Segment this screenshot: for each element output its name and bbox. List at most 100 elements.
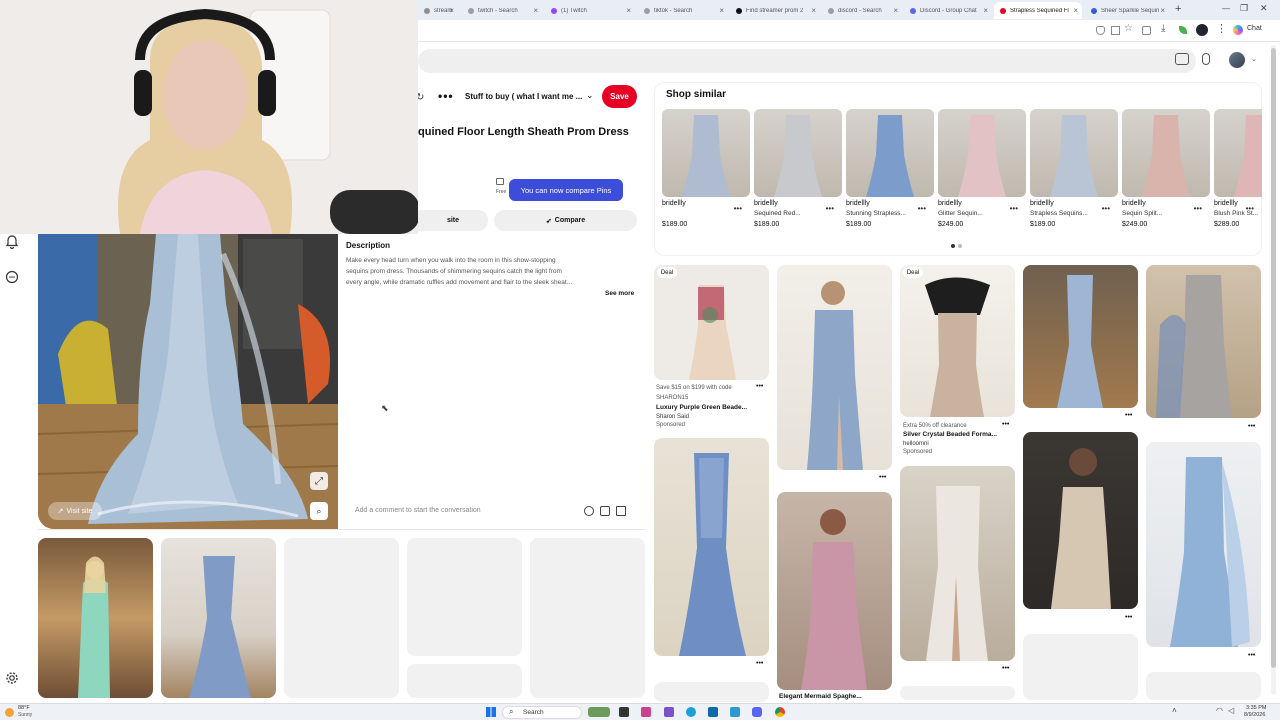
more-options-icon[interactable]: ••• xyxy=(826,204,834,213)
discord-icon[interactable] xyxy=(752,707,762,717)
compare-button[interactable]: ➶ Compare xyxy=(494,210,637,231)
shop-similar-card[interactable]: bridellly Glitter Sequin... $249.00 ••• xyxy=(938,109,1026,228)
visual-search-button[interactable]: ⌕ xyxy=(310,502,328,520)
microphone-icon[interactable] xyxy=(1202,53,1210,65)
scrollbar-thumb[interactable] xyxy=(1271,48,1276,668)
copilot-icon[interactable] xyxy=(1233,25,1243,35)
messages-icon[interactable] xyxy=(5,270,19,284)
app-icon[interactable] xyxy=(730,707,740,717)
app-icon[interactable] xyxy=(641,707,651,717)
related-pin-2[interactable] xyxy=(161,538,276,698)
volume-icon[interactable]: ◁ xyxy=(1228,706,1234,715)
search-input[interactable] xyxy=(418,49,1196,73)
chat-button[interactable]: Chat xyxy=(1247,25,1262,32)
settings-gear-icon[interactable] xyxy=(5,671,19,685)
more-options-icon[interactable]: ••• xyxy=(918,204,926,213)
feed-pin-crystal-halter[interactable] xyxy=(1146,265,1261,418)
feed-pin-blue-slit-gown[interactable] xyxy=(777,265,892,470)
feed-pin-blue-cape-gown[interactable] xyxy=(1146,442,1261,647)
leaf-icon[interactable] xyxy=(1179,26,1187,34)
visual-search-icon[interactable] xyxy=(1175,53,1189,65)
product-image[interactable] xyxy=(662,109,750,197)
carousel-dot[interactable] xyxy=(958,244,962,248)
tab-close-icon[interactable]: × xyxy=(983,6,988,15)
browser-tab[interactable]: discord - Search × xyxy=(822,2,902,19)
clock-time[interactable]: 3:35 PM xyxy=(1246,705,1266,711)
product-image[interactable] xyxy=(754,109,842,197)
edge-browser-icon[interactable] xyxy=(686,707,696,717)
feed-pin-luxury-purple[interactable] xyxy=(654,265,769,380)
pin-title[interactable]: Luxury Purple Green Beade... xyxy=(656,404,766,412)
more-options-icon[interactable]: ••• xyxy=(1246,204,1254,213)
browser-tab[interactable]: streaming G× xyxy=(418,2,458,19)
image-upload-icon[interactable] xyxy=(616,506,626,516)
browser-tab[interactable]: Sheer Sparkle Sequin × xyxy=(1085,2,1169,19)
new-tab-button[interactable]: + xyxy=(1175,3,1181,15)
shop-similar-card[interactable]: bridellly Stunning Strapless... $189.00 ••• xyxy=(846,109,934,228)
weather-sun-icon[interactable] xyxy=(5,708,14,717)
extension-bell-icon[interactable] xyxy=(1096,26,1105,35)
board-select[interactable]: Stuff to buy ( what I want me ... xyxy=(465,92,585,101)
more-options-icon[interactable]: ••• xyxy=(1102,204,1110,213)
app-icon[interactable] xyxy=(664,707,674,717)
shop-similar-card[interactable]: bridellly Sequin Split... $249.00 ••• xyxy=(1122,109,1210,228)
tab-close-icon[interactable]: × xyxy=(811,6,816,15)
more-options-icon[interactable]: ••• xyxy=(756,383,763,390)
tab-close-icon[interactable]: × xyxy=(1160,6,1165,15)
merchant-name[interactable]: helloomni xyxy=(903,440,929,448)
browser-tab[interactable]: (1) Twitch × xyxy=(545,2,635,19)
more-options-icon[interactable]: ••• xyxy=(1010,204,1018,213)
pin-title[interactable]: Silver Crystal Beaded Forma... xyxy=(903,431,1013,439)
tab-close-icon[interactable]: × xyxy=(1073,6,1078,15)
more-options-icon[interactable]: ••• xyxy=(1125,412,1132,419)
feed-pin-champagne-beaded[interactable] xyxy=(1023,432,1138,609)
minimize-icon[interactable]: — xyxy=(1222,4,1230,13)
bookmark-star-icon[interactable]: ☆ xyxy=(1124,23,1133,34)
widgets-icon[interactable] xyxy=(588,707,610,717)
browser-tab[interactable]: Strapless Sequined Fl × xyxy=(994,2,1082,19)
feed-pin-silver-slit-gown[interactable] xyxy=(900,466,1015,661)
carousel-dot-active[interactable] xyxy=(951,244,955,248)
browser-tab[interactable]: Discord - Group Chat × xyxy=(904,2,992,19)
pin-title[interactable]: Elegant Mermaid Spaghe... xyxy=(779,693,862,701)
see-more-link[interactable]: See more xyxy=(605,290,634,297)
tray-chevron-icon[interactable]: ˄ xyxy=(1172,706,1177,715)
feed-pin-feather-gown[interactable] xyxy=(900,265,1015,417)
chevron-down-icon[interactable]: ⌄ xyxy=(1251,55,1257,63)
feed-pin-blue-strapless[interactable] xyxy=(1023,265,1138,408)
browser-tab[interactable]: tiktok - Search × xyxy=(638,2,728,19)
comment-input[interactable]: Add a comment to start the conversation xyxy=(355,507,481,514)
more-options-icon[interactable]: ••• xyxy=(1248,652,1255,659)
tab-close-icon[interactable]: × xyxy=(449,6,454,15)
tab-close-icon[interactable]: × xyxy=(719,6,724,15)
browser-tab[interactable]: twitch - Search × xyxy=(462,2,542,19)
shop-similar-card[interactable]: bridellly Blush Pink St... $289.00 ••• xyxy=(1214,109,1262,228)
more-options-icon[interactable]: ••• xyxy=(1125,614,1132,621)
extensions-icon[interactable] xyxy=(1142,26,1151,35)
maximize-icon[interactable]: ❐ xyxy=(1240,3,1248,14)
shop-similar-card[interactable]: bridellly Sequined Red... $189.00 ••• xyxy=(754,109,842,228)
product-image[interactable] xyxy=(938,109,1026,197)
shop-similar-card[interactable]: bridellly $189.00 ••• xyxy=(662,109,750,228)
pin-closeup-image[interactable] xyxy=(38,234,338,529)
more-options-icon[interactable]: ••• xyxy=(1002,665,1009,672)
image-visit-site-button[interactable]: ↗ Visit site xyxy=(48,502,102,520)
product-image[interactable] xyxy=(1030,109,1118,197)
file-explorer-icon[interactable] xyxy=(619,707,629,717)
close-window-icon[interactable]: ✕ xyxy=(1260,3,1268,14)
profile-avatar-icon[interactable] xyxy=(1196,24,1208,36)
tab-close-icon[interactable]: × xyxy=(893,6,898,15)
sticker-icon[interactable] xyxy=(600,506,610,516)
merchant-name[interactable]: Sharon Said xyxy=(656,413,689,421)
more-options-icon[interactable]: ••• xyxy=(1194,204,1202,213)
feed-pin-blue-sequin[interactable] xyxy=(654,438,769,656)
chrome-icon[interactable] xyxy=(775,707,785,717)
product-image[interactable] xyxy=(846,109,934,197)
more-options-icon[interactable]: ••• xyxy=(734,204,742,213)
clock-date[interactable]: 8/9/2026 xyxy=(1244,712,1265,718)
more-menu-icon[interactable]: ⋮ xyxy=(1216,22,1227,35)
weather-temp[interactable]: 88°F xyxy=(18,705,30,711)
shop-similar-card[interactable]: bridellly Strapless Sequins... $189.00 ••• xyxy=(1030,109,1118,228)
product-image[interactable] xyxy=(1122,109,1210,197)
tab-close-icon[interactable]: × xyxy=(626,6,631,15)
